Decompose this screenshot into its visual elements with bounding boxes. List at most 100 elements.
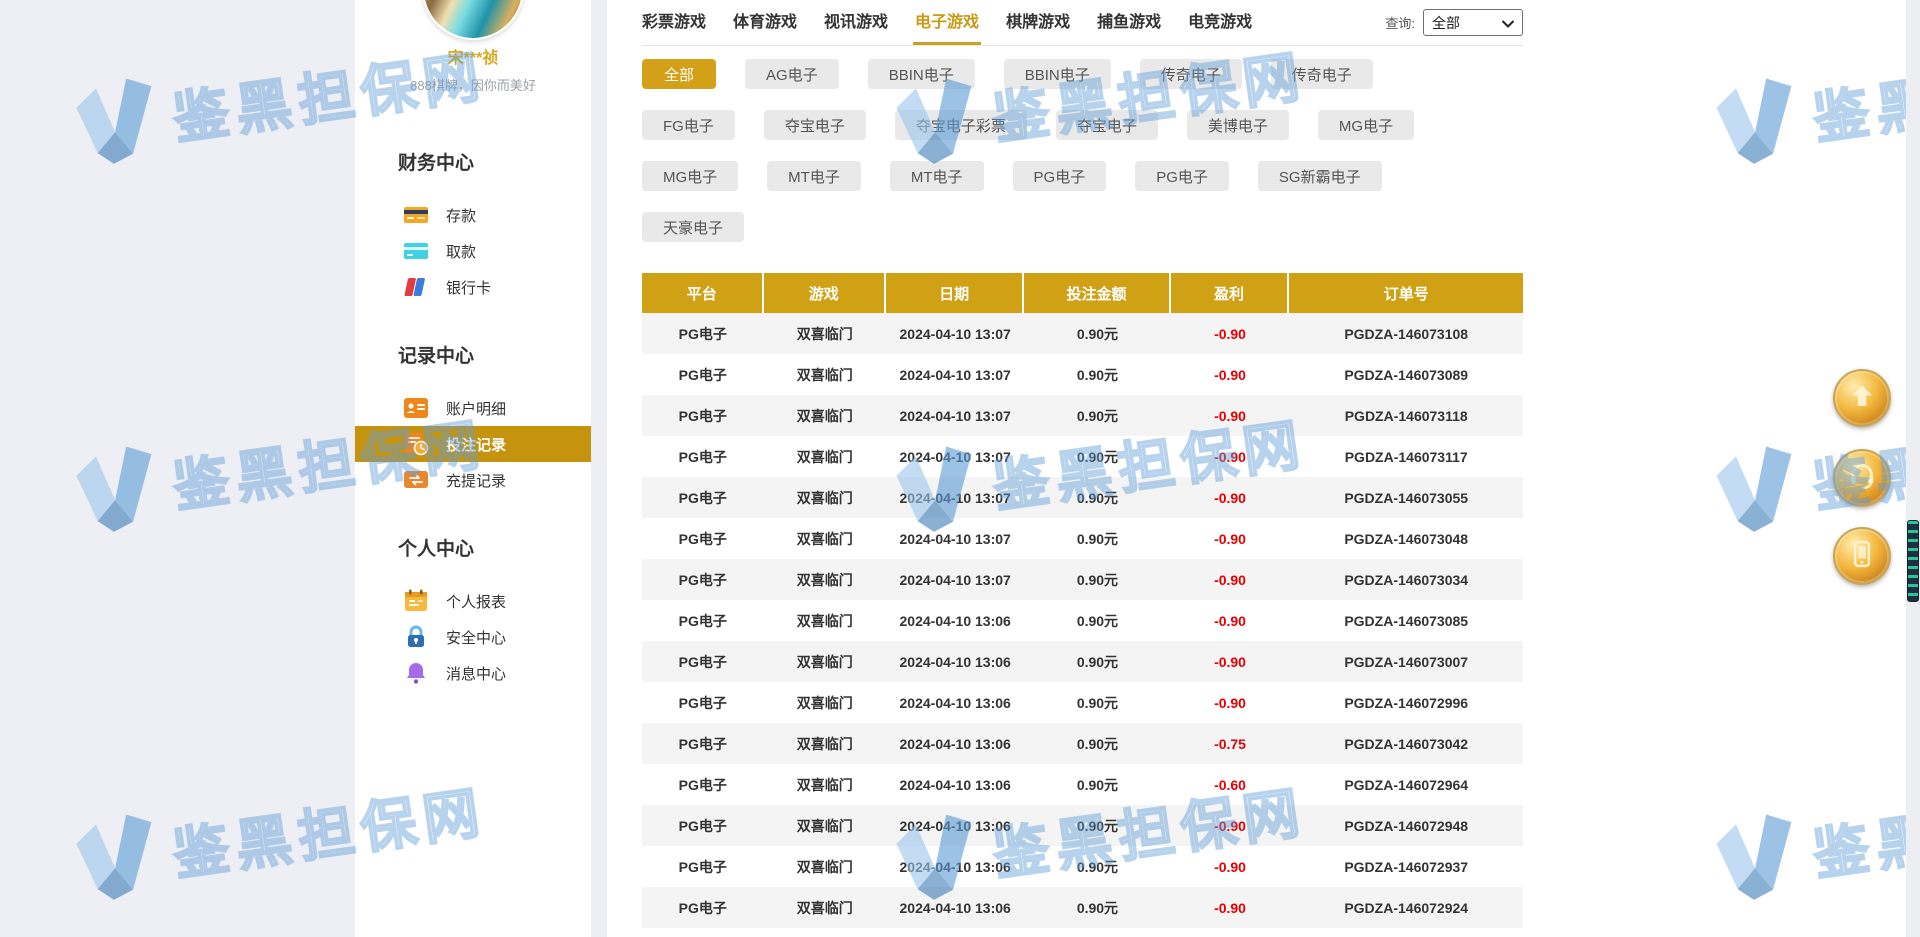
scrollbar-thumb[interactable] bbox=[1907, 520, 1919, 602]
cell-platform: PG电子 bbox=[642, 313, 764, 354]
column-header: 平台 bbox=[642, 273, 764, 313]
bank-card-icon bbox=[403, 274, 429, 300]
filter-button[interactable]: MT电子 bbox=[890, 161, 984, 191]
filter-button[interactable]: SG新霸电子 bbox=[1258, 161, 1382, 191]
table-row: PG电子双喜临门2024-04-10 13:070.90元-0.90PGDZA-… bbox=[642, 395, 1523, 436]
cell-date: 2024-04-10 13:06 bbox=[886, 600, 1024, 641]
phone-icon bbox=[1847, 539, 1877, 574]
cell-game: 双喜临门 bbox=[764, 559, 886, 600]
filter-button[interactable]: 夺宝电子彩票 bbox=[895, 110, 1027, 140]
filter-button[interactable]: 全部 bbox=[642, 59, 716, 89]
sidebar-item-label: 投注记录 bbox=[446, 434, 506, 455]
cell-date: 2024-04-10 13:07 bbox=[886, 313, 1024, 354]
tab-1[interactable]: 彩票游戏 bbox=[642, 0, 706, 45]
cell-amount: 0.90元 bbox=[1024, 887, 1170, 928]
sidebar-item-label: 个人报表 bbox=[446, 591, 506, 612]
filter-button[interactable]: AG电子 bbox=[745, 59, 839, 89]
message-bell-icon bbox=[403, 660, 429, 686]
query-select-value: 全部 bbox=[1432, 13, 1460, 33]
tab-5[interactable]: 棋牌游戏 bbox=[1006, 0, 1070, 45]
filter-button[interactable]: PG电子 bbox=[1013, 161, 1107, 191]
filter-button[interactable]: BBIN电子 bbox=[1004, 59, 1111, 89]
cell-game: 双喜临门 bbox=[764, 682, 886, 723]
tab-7[interactable]: 电竞游戏 bbox=[1188, 0, 1252, 45]
cell-order: PGDZA-146073034 bbox=[1289, 559, 1522, 600]
filter-button[interactable]: MG电子 bbox=[642, 161, 738, 191]
table-row: PG电子双喜临门2024-04-10 13:060.90元-0.75PGDZA-… bbox=[642, 723, 1523, 764]
cell-amount: 0.90元 bbox=[1024, 518, 1170, 559]
sidebar-item-deposit-card[interactable]: 存款 bbox=[355, 197, 591, 233]
table-row: PG电子双喜临门2024-04-10 13:070.90元-0.90PGDZA-… bbox=[642, 477, 1523, 518]
withdraw-card-icon bbox=[403, 238, 429, 264]
security-lock-icon bbox=[403, 624, 429, 650]
cell-platform: PG电子 bbox=[642, 436, 764, 477]
sidebar-item-bank-card[interactable]: 银行卡 bbox=[355, 269, 591, 305]
cell-game: 双喜临门 bbox=[764, 354, 886, 395]
filter-button[interactable]: PG电子 bbox=[1135, 161, 1229, 191]
table-row: PG电子双喜临门2024-04-10 13:060.90元-0.90PGDZA-… bbox=[642, 600, 1523, 641]
filter-button[interactable]: MG电子 bbox=[1318, 110, 1414, 140]
filter-button[interactable]: 传奇电子 bbox=[1140, 59, 1242, 89]
tab-3[interactable]: 视讯游戏 bbox=[824, 0, 888, 45]
cell-platform: PG电子 bbox=[642, 846, 764, 887]
table-row: PG电子双喜临门2024-04-10 13:060.90元-0.90PGDZA-… bbox=[642, 887, 1523, 928]
tab-2[interactable]: 体育游戏 bbox=[733, 0, 797, 45]
sidebar-item-label: 账户明细 bbox=[446, 398, 506, 419]
cell-game: 双喜临门 bbox=[764, 764, 886, 805]
sidebar-item-account-detail[interactable]: 账户明细 bbox=[355, 390, 591, 426]
column-header: 日期 bbox=[886, 273, 1024, 313]
cell-order: PGDZA-146073085 bbox=[1289, 600, 1522, 641]
watermark-logo-icon bbox=[65, 805, 170, 914]
sidebar-item-label: 银行卡 bbox=[446, 277, 491, 298]
cell-profit: -0.90 bbox=[1171, 846, 1290, 887]
cell-order: PGDZA-146072964 bbox=[1289, 764, 1522, 805]
column-header: 游戏 bbox=[764, 273, 886, 313]
scrollbar-track[interactable] bbox=[1906, 0, 1920, 937]
filter-button[interactable]: BBIN电子 bbox=[868, 59, 975, 89]
cell-amount: 0.90元 bbox=[1024, 477, 1170, 518]
cell-game: 双喜临门 bbox=[764, 313, 886, 354]
sidebar-item-security-lock[interactable]: 安全中心 bbox=[355, 619, 591, 655]
cell-date: 2024-04-10 13:07 bbox=[886, 559, 1024, 600]
cell-platform: PG电子 bbox=[642, 518, 764, 559]
cell-date: 2024-04-10 13:07 bbox=[886, 518, 1024, 559]
cell-order: PGDZA-146072948 bbox=[1289, 805, 1522, 846]
customer-service-button[interactable] bbox=[1833, 449, 1891, 507]
sidebar-menu: 财务中心存款取款银行卡记录中心账户明细投注记录充提记录个人中心个人报表安全中心消… bbox=[355, 148, 591, 691]
cell-date: 2024-04-10 13:06 bbox=[886, 641, 1024, 682]
column-header: 订单号 bbox=[1289, 273, 1522, 313]
table-row: PG电子双喜临门2024-04-10 13:060.90元-0.90PGDZA-… bbox=[642, 682, 1523, 723]
sidebar-item-label: 取款 bbox=[446, 241, 476, 262]
cell-platform: PG电子 bbox=[642, 600, 764, 641]
table-row: PG电子双喜临门2024-04-10 13:070.90元-0.90PGDZA-… bbox=[642, 559, 1523, 600]
filter-button[interactable]: MT电子 bbox=[767, 161, 861, 191]
filter-button[interactable]: FG电子 bbox=[642, 110, 735, 140]
chevron-down-icon bbox=[1502, 15, 1514, 31]
sidebar-item-personal-report[interactable]: 个人报表 bbox=[355, 583, 591, 619]
sidebar-item-recharge-record[interactable]: 充提记录 bbox=[355, 462, 591, 498]
cell-platform: PG电子 bbox=[642, 354, 764, 395]
username: 宋***祯 bbox=[355, 44, 591, 68]
table-row: PG电子双喜临门2024-04-10 13:070.90元-0.90PGDZA-… bbox=[642, 436, 1523, 477]
cell-order: PGDZA-146073089 bbox=[1289, 354, 1522, 395]
back-to-top-button[interactable] bbox=[1833, 369, 1891, 427]
cell-order: PGDZA-146073042 bbox=[1289, 723, 1522, 764]
cell-profit: -0.90 bbox=[1171, 518, 1290, 559]
sidebar-item-bet-record[interactable]: 投注记录 bbox=[355, 426, 591, 462]
query-select[interactable]: 全部 bbox=[1423, 9, 1523, 36]
filter-button[interactable]: 夺宝电子 bbox=[1056, 110, 1158, 140]
filter-button[interactable]: 传奇电子 bbox=[1271, 59, 1373, 89]
cell-profit: -0.90 bbox=[1171, 395, 1290, 436]
sidebar-item-message-bell[interactable]: 消息中心 bbox=[355, 655, 591, 691]
filter-button[interactable]: 天豪电子 bbox=[642, 212, 744, 242]
tab-4[interactable]: 电子游戏 bbox=[915, 0, 979, 45]
mobile-app-button[interactable] bbox=[1833, 527, 1891, 585]
table-row: PG电子双喜临门2024-04-10 13:070.90元-0.90PGDZA-… bbox=[642, 518, 1523, 559]
sidebar-item-withdraw-card[interactable]: 取款 bbox=[355, 233, 591, 269]
filter-button[interactable]: 夺宝电子 bbox=[764, 110, 866, 140]
tab-6[interactable]: 捕鱼游戏 bbox=[1097, 0, 1161, 45]
platform-filter-buttons: 全部AG电子BBIN电子BBIN电子传奇电子传奇电子FG电子夺宝电子夺宝电子彩票… bbox=[642, 59, 1906, 242]
table-row: PG电子双喜临门2024-04-10 13:070.90元-0.90PGDZA-… bbox=[642, 313, 1523, 354]
cell-game: 双喜临门 bbox=[764, 518, 886, 559]
filter-button[interactable]: 美博电子 bbox=[1187, 110, 1289, 140]
